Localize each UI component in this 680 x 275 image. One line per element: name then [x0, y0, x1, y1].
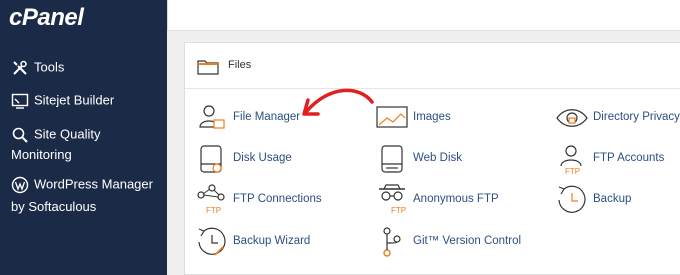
item-label: FTP Connections	[233, 193, 322, 205]
sidebar-item-label: WordPress Manager	[34, 176, 153, 192]
item-label: Backup	[593, 193, 632, 205]
svg-text:FTP: FTP	[206, 206, 221, 215]
sidebar-item-tools[interactable]: Tools	[11, 57, 64, 78]
ftp-accounts-icon: FTP	[555, 142, 589, 176]
sidebar-item-site-quality[interactable]: Site Quality	[11, 124, 100, 145]
cpanel-logo[interactable]: cPanel	[9, 4, 84, 32]
divider	[167, 0, 168, 31]
item-label: Images	[413, 111, 451, 123]
item-label: Anonymous FTP	[413, 193, 499, 205]
site-quality-icon	[11, 126, 29, 144]
sidebar-item-label: Tools	[34, 59, 65, 75]
sidebar-item-sitejet[interactable]: Sitejet Builder	[11, 90, 114, 111]
backup-icon	[555, 183, 589, 217]
directory-privacy-icon	[555, 101, 589, 135]
sidebar-item-label: Sitejet Builder	[34, 92, 115, 108]
git-icon	[375, 225, 409, 259]
item-label: File Manager	[233, 111, 301, 123]
sidebar-item-wordpress[interactable]: WordPress Manager	[11, 174, 153, 195]
svg-text:FTP: FTP	[565, 167, 580, 176]
file-manager-icon	[195, 101, 229, 135]
svg-text:FTP: FTP	[391, 206, 406, 215]
sidebar-item-label: Site Quality	[34, 126, 101, 142]
wordpress-icon	[11, 176, 29, 194]
item-label: Disk Usage	[233, 152, 292, 164]
sitejet-icon	[11, 92, 29, 110]
item-label: Web Disk	[413, 152, 462, 164]
sidebar-item-sublabel[interactable]: Monitoring	[11, 145, 72, 165]
panel-title: Files	[228, 59, 252, 71]
disk-usage-icon	[195, 142, 229, 176]
web-disk-icon	[375, 142, 409, 176]
item-label: FTP Accounts	[593, 152, 665, 164]
sidebar-item-sublabel[interactable]: by Softaculous	[11, 197, 96, 217]
item-label: Backup Wizard	[233, 235, 311, 247]
backup-wizard-icon	[195, 225, 229, 259]
files-panel: Files File Manager Images Directory Priv…	[184, 42, 680, 275]
anonymous-ftp-icon: FTP	[375, 183, 409, 217]
folder-icon	[197, 59, 219, 75]
ftp-connections-icon: FTP	[195, 183, 229, 217]
item-label: Directory Privacy	[593, 111, 680, 123]
item-label: Git™ Version Control	[413, 235, 522, 247]
sidebar: cPanel Tools Sitejet Builder Site Qualit…	[0, 0, 167, 275]
images-icon	[375, 101, 409, 135]
top-bar	[167, 0, 680, 31]
tools-icon	[11, 59, 29, 77]
red-arrow-icon	[302, 88, 374, 116]
panel-header[interactable]: Files	[185, 43, 680, 89]
